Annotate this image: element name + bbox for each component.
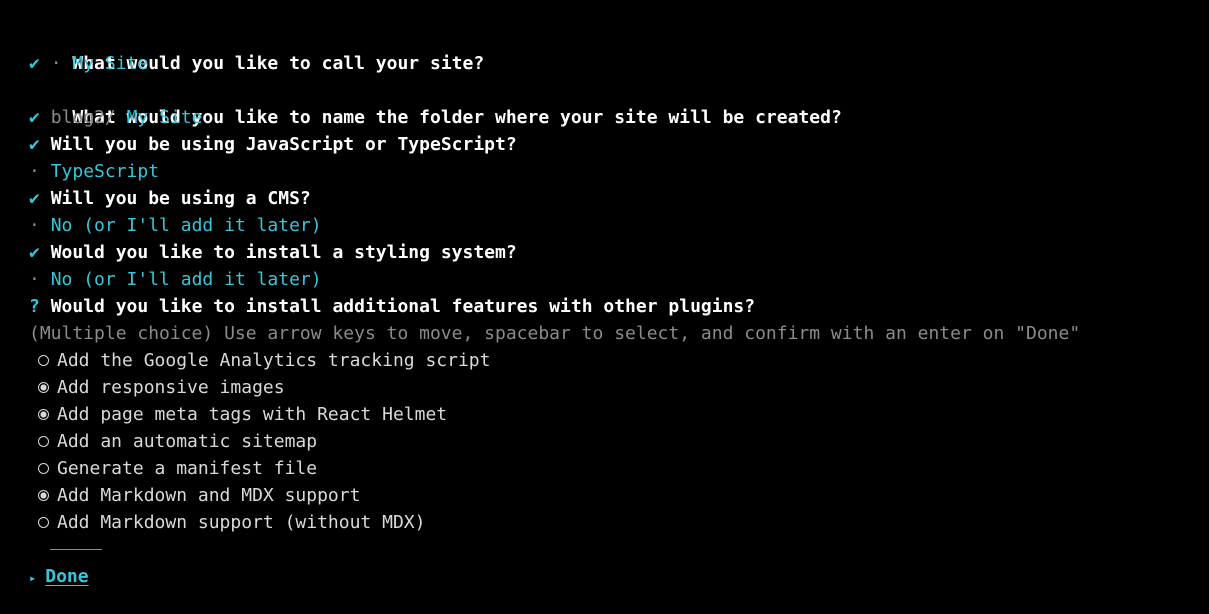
check-icon: ✔ — [29, 188, 40, 209]
option-label: Add the Google Analytics tracking script — [57, 350, 491, 371]
radio-checked-icon[interactable] — [38, 408, 49, 420]
dot-separator: · — [50, 53, 62, 74]
site-name-question-line: What would you like to call your site? — [29, 23, 1199, 74]
option-google-analytics[interactable]: Add the Google Analytics tracking script — [29, 347, 1199, 374]
check-icon: ✔ — [29, 107, 40, 128]
cms-answer: No (or I'll add it later) — [50, 215, 322, 236]
check-icon: ✔ — [29, 134, 40, 155]
option-label: Add an automatic sitemap — [57, 431, 318, 452]
radio-unchecked-icon[interactable] — [38, 516, 49, 528]
done-option[interactable]: ▸ Done — [29, 563, 1199, 590]
pointer-arrow-icon: ▸ — [29, 571, 37, 585]
check-icon: ✔ — [29, 53, 40, 74]
option-label: Add responsive images — [57, 377, 285, 398]
styling-answer: No (or I'll add it later) — [50, 269, 322, 290]
dot-separator: · — [29, 161, 40, 182]
styling-question-line: ✔ Would you like to install a styling sy… — [29, 239, 1199, 266]
radio-unchecked-icon[interactable] — [38, 462, 49, 474]
lang-question: Will you be using JavaScript or TypeScri… — [50, 134, 517, 155]
dot-separator: · — [29, 215, 40, 236]
option-markdown-mdx[interactable]: Add Markdown and MDX support — [29, 482, 1199, 509]
cms-answer-line: · No (or I'll add it later) — [29, 212, 1199, 239]
cms-question: Will you be using a CMS? — [50, 188, 311, 209]
option-markdown-only[interactable]: Add Markdown support (without MDX) — [29, 509, 1199, 536]
features-hint-line: (Multiple choice) Use arrow keys to move… — [29, 320, 1199, 347]
option-label: Add page meta tags with React Helmet — [57, 404, 448, 425]
question-mark-icon: ? — [29, 296, 40, 317]
terminal-window: What would you like to call your site? ✔… — [29, 23, 1199, 590]
dot-separator: · — [29, 269, 40, 290]
radio-unchecked-icon[interactable] — [38, 435, 49, 447]
option-react-helmet[interactable]: Add page meta tags with React Helmet — [29, 401, 1199, 428]
separator-rule — [50, 549, 102, 550]
lang-answer: TypeScript — [50, 161, 160, 182]
option-responsive-images[interactable]: Add responsive images — [29, 374, 1199, 401]
option-label: Add Markdown and MDX support — [57, 485, 361, 506]
folder-answer: My Site — [126, 107, 203, 128]
folder-question-line: What would you like to name the folder w… — [29, 77, 1199, 128]
folder-prefix: blog2/ — [50, 107, 116, 128]
features-question: Would you like to install additional fea… — [50, 296, 756, 317]
option-manifest[interactable]: Generate a manifest file — [29, 455, 1199, 482]
radio-checked-icon[interactable] — [38, 489, 49, 501]
styling-question: Would you like to install a styling syst… — [50, 242, 517, 263]
site-name-answer: My Site — [72, 53, 149, 74]
option-sitemap[interactable]: Add an automatic sitemap — [29, 428, 1199, 455]
cms-question-line: ✔ Will you be using a CMS? — [29, 185, 1199, 212]
separator-line — [29, 536, 1199, 563]
option-label: Add Markdown support (without MDX) — [57, 512, 426, 533]
features-hint: (Multiple choice) Use arrow keys to move… — [29, 323, 1081, 344]
lang-question-line: ✔ Will you be using JavaScript or TypeSc… — [29, 131, 1199, 158]
features-question-line: ? Would you like to install additional f… — [29, 293, 1199, 320]
radio-unchecked-icon[interactable] — [38, 354, 49, 366]
done-button[interactable]: Done — [45, 566, 88, 587]
styling-answer-line: · No (or I'll add it later) — [29, 266, 1199, 293]
lang-answer-line: · TypeScript — [29, 158, 1199, 185]
option-label: Generate a manifest file — [57, 458, 318, 479]
check-icon: ✔ — [29, 242, 40, 263]
radio-checked-icon[interactable] — [38, 381, 49, 393]
